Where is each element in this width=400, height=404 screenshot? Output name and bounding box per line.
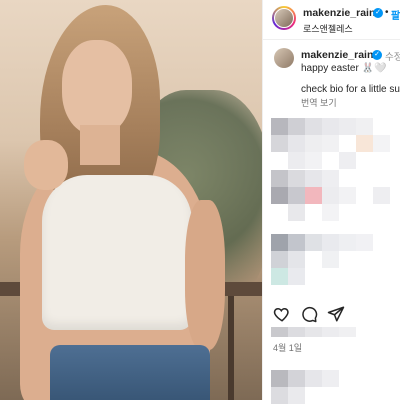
- caption-author-username[interactable]: makenzie_raine: [301, 49, 379, 61]
- post-header: makenzie_raine ✓ • 팔로 로스앤젤레스: [263, 0, 400, 40]
- caption-author-avatar[interactable]: [274, 48, 294, 68]
- subject-arm: [185, 200, 225, 350]
- caption-text-line-1: happy easter 🐰🤍: [301, 63, 387, 74]
- subject-white-top: [42, 175, 192, 330]
- caption-text-line-2: check bio for a little surp: [301, 84, 400, 95]
- blurred-comment: [271, 234, 400, 292]
- verified-badge-icon: ✓: [372, 50, 382, 60]
- translate-link[interactable]: 번역 보기: [301, 96, 337, 109]
- blurred-comment-input: [271, 370, 400, 404]
- post-location[interactable]: 로스앤젤레스: [303, 22, 353, 35]
- blurred-comment: [271, 118, 400, 176]
- post-actions: [263, 300, 400, 328]
- follow-button[interactable]: 팔로: [391, 7, 400, 22]
- post-image[interactable]: [0, 0, 262, 400]
- comment-icon[interactable]: [300, 305, 318, 323]
- railing-post: [228, 296, 234, 400]
- separator-dot: •: [385, 7, 389, 18]
- send-icon[interactable]: [327, 305, 345, 323]
- subject-neck: [80, 125, 120, 165]
- author-username[interactable]: makenzie_raine: [303, 7, 381, 19]
- post-details-panel: makenzie_raine ✓ • 팔로 로스앤젤레스 makenzie_ra…: [262, 0, 400, 404]
- verified-badge-icon: ✓: [373, 8, 383, 18]
- blurred-comment: [271, 170, 400, 228]
- edited-label: 수정함: [385, 52, 400, 63]
- subject-face: [62, 40, 132, 135]
- blurred-likes: [271, 327, 400, 337]
- author-avatar[interactable]: [272, 6, 296, 30]
- subject-jeans: [50, 345, 210, 400]
- subject-hand: [24, 140, 68, 190]
- heart-icon[interactable]: [273, 305, 291, 323]
- post-date: 4월 1일: [273, 343, 303, 353]
